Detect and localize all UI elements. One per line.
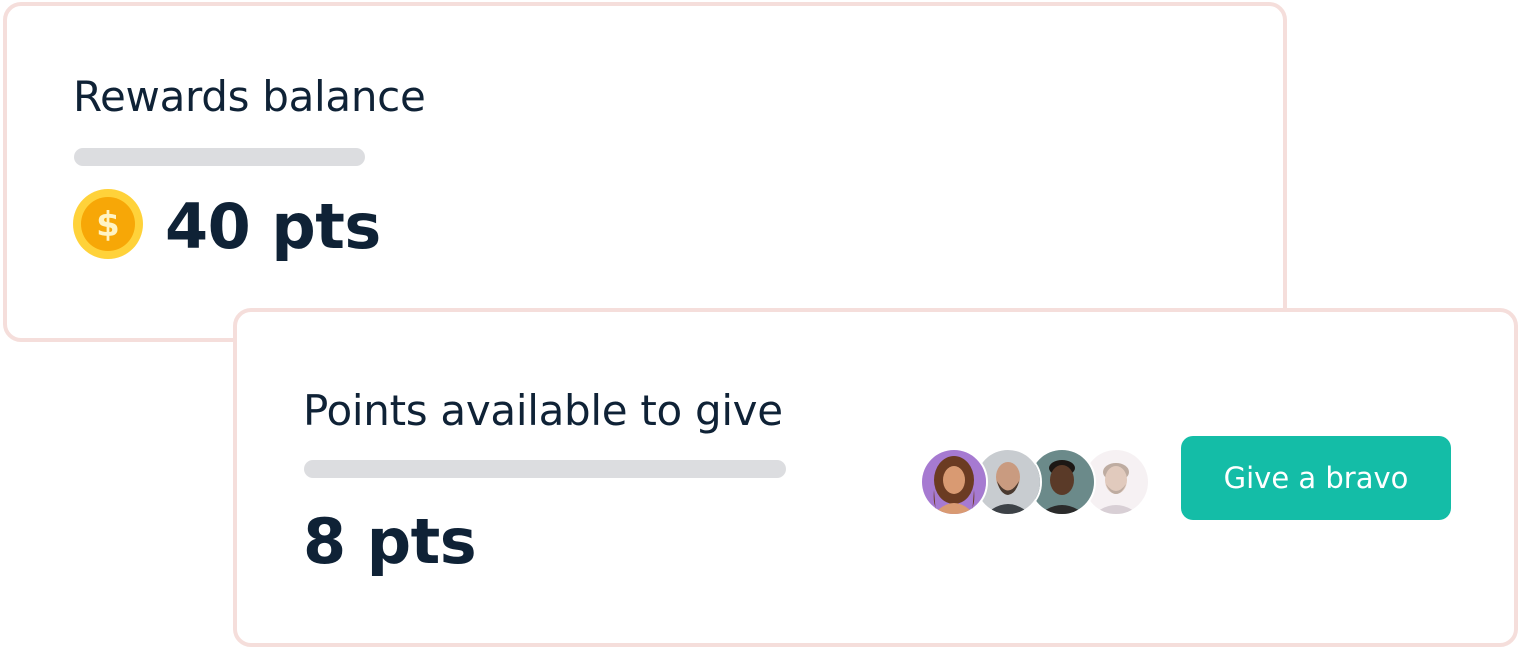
avatar-stack <box>920 448 1150 516</box>
points-to-give-title: Points available to give <box>303 386 783 435</box>
avatar-woman-curly-hair <box>920 448 988 516</box>
rewards-balance-title: Rewards balance <box>73 72 426 121</box>
give-placeholder-bar <box>304 460 786 478</box>
stage: Rewards balance $ 40 pts Points availabl… <box>0 0 1519 649</box>
coin-symbol: $ <box>96 205 120 245</box>
points-to-give-card: Points available to give 8 pts Give a br… <box>233 308 1518 647</box>
rewards-balance-card: Rewards balance $ 40 pts <box>3 2 1287 342</box>
rewards-points-value: 40 pts <box>165 190 381 263</box>
rewards-placeholder-bar <box>74 148 365 166</box>
give-a-bravo-button[interactable]: Give a bravo <box>1181 436 1451 520</box>
give-points-value: 8 pts <box>303 505 477 578</box>
dollar-coin-icon: $ <box>73 189 143 259</box>
